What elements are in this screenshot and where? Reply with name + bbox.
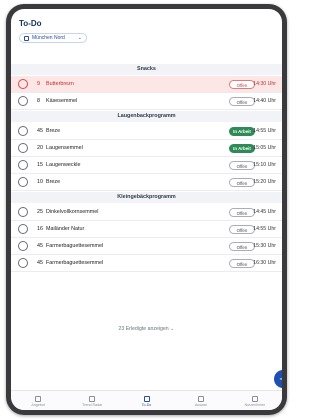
- todo-row[interactable]: 25 Dinkelvollkornsemmel Offen 14:45 Uhr: [11, 204, 282, 221]
- person-icon: [251, 395, 258, 402]
- tag-icon: [35, 395, 42, 402]
- status-badge[interactable]: Offen: [229, 225, 255, 234]
- tab-label: Auswat: [194, 402, 207, 407]
- tab-label: To-Do: [141, 402, 152, 407]
- item-quantity: 10: [37, 179, 43, 185]
- item-quantity: 45: [37, 128, 43, 134]
- tab-auswat[interactable]: Auswat: [174, 391, 228, 410]
- complete-checkbox[interactable]: [18, 79, 28, 89]
- status-badge[interactable]: Offen: [229, 97, 255, 106]
- status-badge[interactable]: Offen: [229, 259, 255, 268]
- complete-checkbox[interactable]: [18, 258, 28, 268]
- status-badge[interactable]: In Arbeit: [229, 144, 255, 153]
- todo-row[interactable]: 8 Käsesemmel Offen 14:40 Uhr: [11, 93, 282, 110]
- item-name: Farmerbaguettesemmel: [46, 243, 104, 249]
- item-name: Laugensemmel: [46, 145, 83, 151]
- complete-checkbox[interactable]: [18, 207, 28, 217]
- chevron-down-icon: ⌄: [77, 35, 82, 41]
- item-time: 15:05 Uhr: [253, 145, 276, 151]
- item-quantity: 45: [37, 243, 43, 249]
- status-badge[interactable]: Offen: [229, 242, 255, 251]
- add-button[interactable]: +: [274, 370, 282, 388]
- item-quantity: 16: [37, 226, 43, 232]
- chevron-down-icon: ⌄: [170, 326, 175, 332]
- todo-row[interactable]: 45 Breze In Arbeit 14:55 Uhr: [11, 123, 282, 140]
- item-name: Butterbrezn: [46, 81, 74, 87]
- todo-row[interactable]: 15 Laugenweckle Offen 15:10 Uhr: [11, 157, 282, 174]
- radar-icon: [89, 395, 96, 402]
- store-icon: [24, 35, 29, 41]
- page-title: To-Do: [19, 19, 42, 28]
- status-badge[interactable]: Offen: [229, 178, 255, 187]
- status-badge[interactable]: Offen: [229, 80, 255, 89]
- status-badge[interactable]: In Arbeit: [229, 127, 255, 136]
- checklist-icon: [143, 395, 150, 402]
- tab-trend-radar[interactable]: Trend Radar: [65, 391, 119, 410]
- calendar-icon: [197, 395, 204, 402]
- tab-nutzer-innen[interactable]: Nutzer/Innen: [228, 391, 282, 410]
- section-header: Laugenbackprogramm: [11, 111, 282, 122]
- complete-checkbox[interactable]: [18, 177, 28, 187]
- item-time: 15:30 Uhr: [253, 243, 276, 249]
- item-name: Breze: [46, 179, 61, 185]
- todo-row[interactable]: 9 Butterbrezn Offen 14:30 Uhr: [11, 76, 282, 93]
- item-time: 14:30 Uhr: [253, 81, 276, 87]
- location-filter-label: München Nord: [32, 35, 65, 41]
- tab-angebot[interactable]: Angebot: [11, 391, 65, 410]
- todo-row[interactable]: 10 Breze Offen 15:20 Uhr: [11, 174, 282, 191]
- item-quantity: 9: [37, 81, 40, 87]
- tab-label: Angebot: [31, 402, 45, 407]
- item-name: Breze: [46, 128, 61, 134]
- complete-checkbox[interactable]: [18, 160, 28, 170]
- item-time: 16:30 Uhr: [253, 260, 276, 266]
- item-time: 14:40 Uhr: [253, 98, 276, 104]
- todo-row[interactable]: 16 Mailänder Natur Offen 14:55 Uhr: [11, 221, 282, 238]
- complete-checkbox[interactable]: [18, 224, 28, 234]
- item-quantity: 8: [37, 98, 40, 104]
- location-filter-chip[interactable]: München Nord ⌄: [19, 33, 87, 43]
- complete-checkbox[interactable]: [18, 96, 28, 106]
- item-name: Dinkelvollkornsemmel: [46, 209, 99, 215]
- item-name: Mailänder Natur: [46, 226, 85, 232]
- status-badge[interactable]: Offen: [229, 208, 255, 217]
- item-time: 14:55 Uhr: [253, 226, 276, 232]
- section-header: Kleingebäckprogramm: [11, 192, 282, 203]
- item-quantity: 25: [37, 209, 43, 215]
- item-time: 15:20 Uhr: [253, 179, 276, 185]
- bottom-tab-bar: Angebot Trend Radar To-Do Auswat Nutzer/Inne…: [11, 390, 282, 410]
- status-badge[interactable]: Offen: [229, 161, 255, 170]
- complete-checkbox[interactable]: [18, 143, 28, 153]
- tab-label: Nutzer/Innen: [244, 402, 266, 407]
- app-screen: To-Do München Nord ⌄ Snacks 9 Butterbrezn O…: [11, 9, 282, 410]
- section-header: Snacks: [11, 64, 282, 75]
- item-quantity: 15: [37, 162, 43, 168]
- item-name: Farmerbaguettesemmel: [46, 260, 104, 266]
- tab-label: Trend Radar: [82, 402, 103, 407]
- item-quantity: 20: [37, 145, 43, 151]
- item-time: 14:55 Uhr: [253, 128, 276, 134]
- item-quantity: 45: [37, 260, 43, 266]
- item-name: Laugenweckle: [46, 162, 81, 168]
- item-name: Käsesemmel: [46, 98, 78, 104]
- item-time: 15:10 Uhr: [253, 162, 276, 168]
- show-done-link[interactable]: 23 Erledigte anzeigen ⌄: [11, 326, 282, 332]
- complete-checkbox[interactable]: [18, 126, 28, 136]
- todo-row[interactable]: 45 Farmerbaguettesemmel Offen 15:30 Uhr: [11, 238, 282, 255]
- show-done-label: 23 Erledigte anzeigen: [118, 326, 169, 332]
- todo-row[interactable]: 20 Laugensemmel In Arbeit 15:05 Uhr: [11, 140, 282, 157]
- tab-to-do[interactable]: To-Do: [119, 391, 173, 410]
- item-time: 14:45 Uhr: [253, 209, 276, 215]
- tablet-frame: To-Do München Nord ⌄ Snacks 9 Butterbrezn O…: [6, 4, 287, 415]
- todo-row[interactable]: 45 Farmerbaguettesemmel Offen 16:30 Uhr: [11, 255, 282, 272]
- complete-checkbox[interactable]: [18, 241, 28, 251]
